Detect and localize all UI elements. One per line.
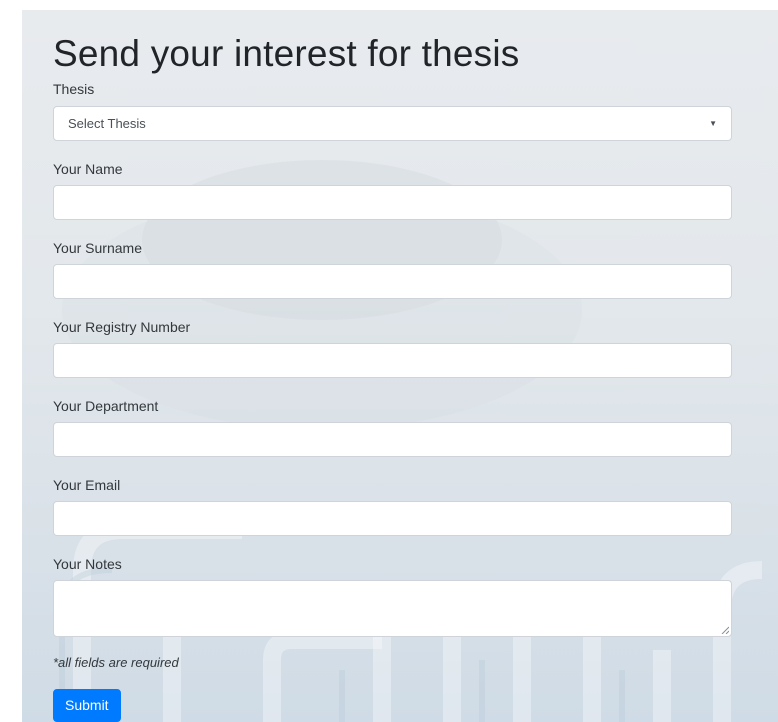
caret-down-icon: ▼	[709, 119, 717, 128]
page-title: Send your interest for thesis	[53, 33, 520, 74]
name-field[interactable]	[53, 185, 732, 220]
thesis-select-value: Select Thesis	[68, 116, 146, 131]
email-label: Your Email	[53, 477, 121, 493]
surname-field[interactable]	[53, 264, 732, 299]
notes-label: Your Notes	[53, 556, 122, 572]
department-label: Your Department	[53, 398, 159, 414]
resize-handle-icon[interactable]	[721, 626, 729, 634]
surname-label: Your Surname	[53, 240, 142, 256]
notes-textarea[interactable]	[53, 580, 732, 637]
registry-number-label: Your Registry Number	[53, 319, 191, 335]
name-label: Your Name	[53, 161, 123, 177]
required-fields-note: *all fields are required	[53, 655, 179, 670]
email-field[interactable]	[53, 501, 732, 536]
thesis-select[interactable]: Select Thesis ▼	[53, 106, 732, 141]
department-field[interactable]	[53, 422, 732, 457]
thesis-label: Thesis	[53, 81, 95, 97]
registry-number-field[interactable]	[53, 343, 732, 378]
submit-button[interactable]: Submit	[53, 689, 121, 722]
